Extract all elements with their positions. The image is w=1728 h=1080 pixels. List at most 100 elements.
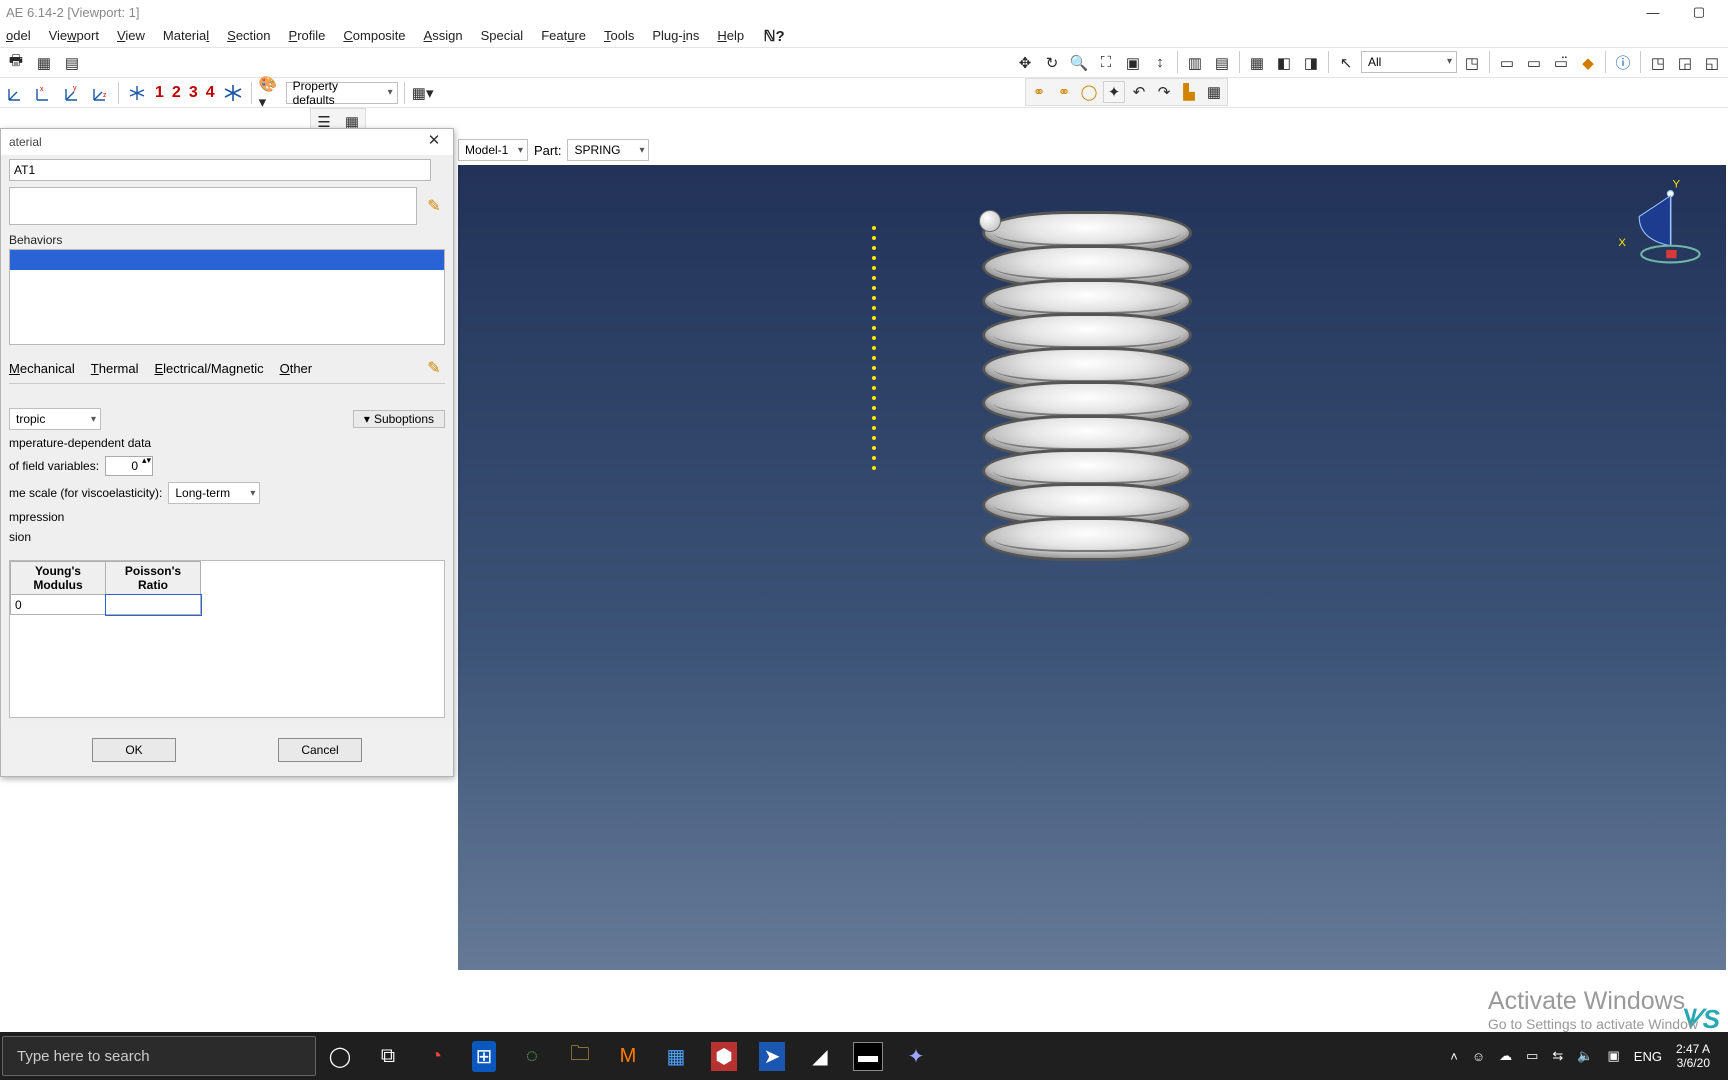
- scale-icon[interactable]: ↕: [1148, 51, 1172, 75]
- suboptions-button[interactable]: ▾ Suboptions: [353, 410, 445, 428]
- persp-2-icon[interactable]: ▤: [1210, 51, 1234, 75]
- iso-2-icon[interactable]: ◲: [1673, 51, 1697, 75]
- maximize-button[interactable]: ▢: [1676, 4, 1722, 20]
- app-grid-icon[interactable]: ▦: [652, 1032, 700, 1080]
- bool-b-icon[interactable]: ⚭: [1053, 81, 1075, 103]
- cell-poisson-row1[interactable]: [106, 595, 201, 615]
- model-dropdown[interactable]: Model-1: [458, 139, 528, 161]
- iso-1-icon[interactable]: ◳: [1646, 51, 1670, 75]
- msstore-icon[interactable]: ⊞: [460, 1032, 508, 1080]
- cancel-button[interactable]: Cancel: [278, 738, 362, 762]
- axes-4-icon[interactable]: z: [90, 83, 110, 103]
- menu-tools[interactable]: Tools: [604, 28, 634, 43]
- pick-1-icon[interactable]: ◳: [1460, 51, 1484, 75]
- terminal-icon[interactable]: ▬: [844, 1032, 892, 1080]
- tray-touchpad-icon[interactable]: ▣: [1608, 1048, 1620, 1064]
- app-hex-icon[interactable]: ⬢: [700, 1032, 748, 1080]
- tray-battery-icon[interactable]: ▭: [1526, 1048, 1538, 1064]
- axes-3-icon[interactable]: y: [62, 83, 82, 103]
- menu-section[interactable]: Section: [227, 28, 270, 43]
- axes-1-icon[interactable]: [6, 83, 26, 103]
- tray-lang[interactable]: ENG: [1634, 1049, 1662, 1064]
- view-1-button[interactable]: 1: [155, 84, 164, 102]
- menu-help[interactable]: Help: [717, 28, 744, 43]
- whatsthis-icon[interactable]: ℕ?: [762, 24, 786, 48]
- sel-c-icon[interactable]: ▭̈: [1549, 51, 1573, 75]
- render-cube-icon[interactable]: ▦▾: [411, 81, 435, 105]
- tray-chevron-icon[interactable]: ˄: [1450, 1049, 1458, 1064]
- menu-feature[interactable]: Feature: [541, 28, 586, 43]
- tray-date[interactable]: 3/6/20: [1676, 1056, 1710, 1070]
- menu-special[interactable]: Special: [481, 28, 524, 43]
- menu-view[interactable]: View: [117, 28, 145, 43]
- taskview-icon[interactable]: ⧉: [364, 1032, 412, 1080]
- axes-main-icon[interactable]: [223, 83, 243, 103]
- menu-material[interactable]: Material: [163, 28, 209, 43]
- tray-wifi-icon[interactable]: ⇆: [1552, 1048, 1563, 1064]
- fit-icon[interactable]: ▣: [1121, 51, 1145, 75]
- pointer-icon[interactable]: ↖: [1334, 51, 1358, 75]
- minimize-button[interactable]: —: [1630, 5, 1676, 20]
- tab-thermal[interactable]: Thermal: [91, 361, 139, 376]
- taskbar-search[interactable]: Type here to search: [2, 1036, 316, 1076]
- viewport[interactable]: Y X: [458, 165, 1726, 970]
- app-arrow-icon[interactable]: ➤: [748, 1032, 796, 1080]
- close-button[interactable]: ✕: [423, 131, 445, 153]
- zoom-box-icon[interactable]: ⛶: [1094, 51, 1118, 75]
- tree-icon[interactable]: ▙: [1178, 81, 1200, 103]
- sel-d-icon[interactable]: ◆: [1576, 51, 1600, 75]
- cube-3-icon[interactable]: ◨: [1299, 51, 1323, 75]
- menu-model[interactable]: odel: [6, 28, 31, 43]
- tab-electrical[interactable]: Electrical/Magnetic: [154, 361, 263, 376]
- part-instance-icon[interactable]: ▦: [32, 51, 56, 75]
- bool-c-icon[interactable]: ◯: [1078, 81, 1100, 103]
- sel-a-icon[interactable]: ▭: [1495, 51, 1519, 75]
- selection-filter-dropdown[interactable]: All: [1361, 51, 1457, 73]
- highlight-icon[interactable]: ✦: [1103, 81, 1125, 103]
- ok-button[interactable]: OK: [92, 738, 176, 762]
- view-2-button[interactable]: 2: [172, 84, 181, 102]
- info-icon[interactable]: ⓘ: [1611, 51, 1635, 75]
- cube-2-icon[interactable]: ◧: [1272, 51, 1296, 75]
- menu-plugins[interactable]: Plug-ins: [652, 28, 699, 43]
- timescale-dropdown[interactable]: Long-term: [168, 482, 260, 504]
- edit-description-icon[interactable]: ✎: [423, 195, 445, 217]
- field-vars-spinner[interactable]: 0: [105, 456, 153, 476]
- type-dropdown[interactable]: tropic: [9, 408, 101, 430]
- axes-2-icon[interactable]: x: [34, 83, 54, 103]
- tab-other[interactable]: Other: [280, 361, 313, 376]
- menu-composite[interactable]: Composite: [343, 28, 405, 43]
- material-name-input[interactable]: [9, 159, 431, 181]
- redo-icon[interactable]: ↷: [1153, 81, 1175, 103]
- material-description-input[interactable]: [9, 187, 417, 225]
- tab-mechanical[interactable]: Mechanical: [9, 361, 75, 376]
- view-triad[interactable]: Y X: [1618, 177, 1702, 277]
- menu-profile[interactable]: Profile: [289, 28, 326, 43]
- pan-icon[interactable]: ✥: [1013, 51, 1037, 75]
- menu-assign[interactable]: Assign: [424, 28, 463, 43]
- view-3-button[interactable]: 3: [189, 84, 198, 102]
- behavior-item-selected[interactable]: [10, 250, 444, 270]
- undo-icon[interactable]: ↶: [1128, 81, 1150, 103]
- iso-3-icon[interactable]: ◱: [1700, 51, 1724, 75]
- elastic-data-table[interactable]: Young'sModulus Poisson'sRatio 0: [9, 560, 445, 718]
- loading-icon[interactable]: ◌: [508, 1032, 556, 1080]
- bool-a-icon[interactable]: ⚭: [1028, 81, 1050, 103]
- print-icon[interactable]: 🖶: [4, 51, 28, 75]
- color-palette-icon[interactable]: 🎨▾: [258, 81, 282, 105]
- property-defaults-dropdown[interactable]: Property defaults: [286, 82, 398, 104]
- cortana-icon[interactable]: ◯: [316, 1032, 364, 1080]
- sel-b-icon[interactable]: ▭: [1522, 51, 1546, 75]
- tray-people-icon[interactable]: ☺: [1472, 1049, 1485, 1064]
- grid-tool-icon[interactable]: ▦: [1203, 81, 1225, 103]
- edit-tabs-icon[interactable]: ✎: [423, 357, 445, 379]
- cube-1-icon[interactable]: ▦: [1245, 51, 1269, 75]
- tray-volume-icon[interactable]: 🔈: [1577, 1048, 1593, 1064]
- zoom-icon[interactable]: 🔍: [1067, 51, 1091, 75]
- view-4-button[interactable]: 4: [206, 84, 215, 102]
- explorer-icon[interactable]: 🗀: [556, 1032, 604, 1080]
- behaviors-list[interactable]: [9, 249, 445, 345]
- cell-youngs-row1[interactable]: 0: [11, 595, 106, 615]
- persp-1-icon[interactable]: ▥: [1183, 51, 1207, 75]
- app-tri-icon[interactable]: ◢: [796, 1032, 844, 1080]
